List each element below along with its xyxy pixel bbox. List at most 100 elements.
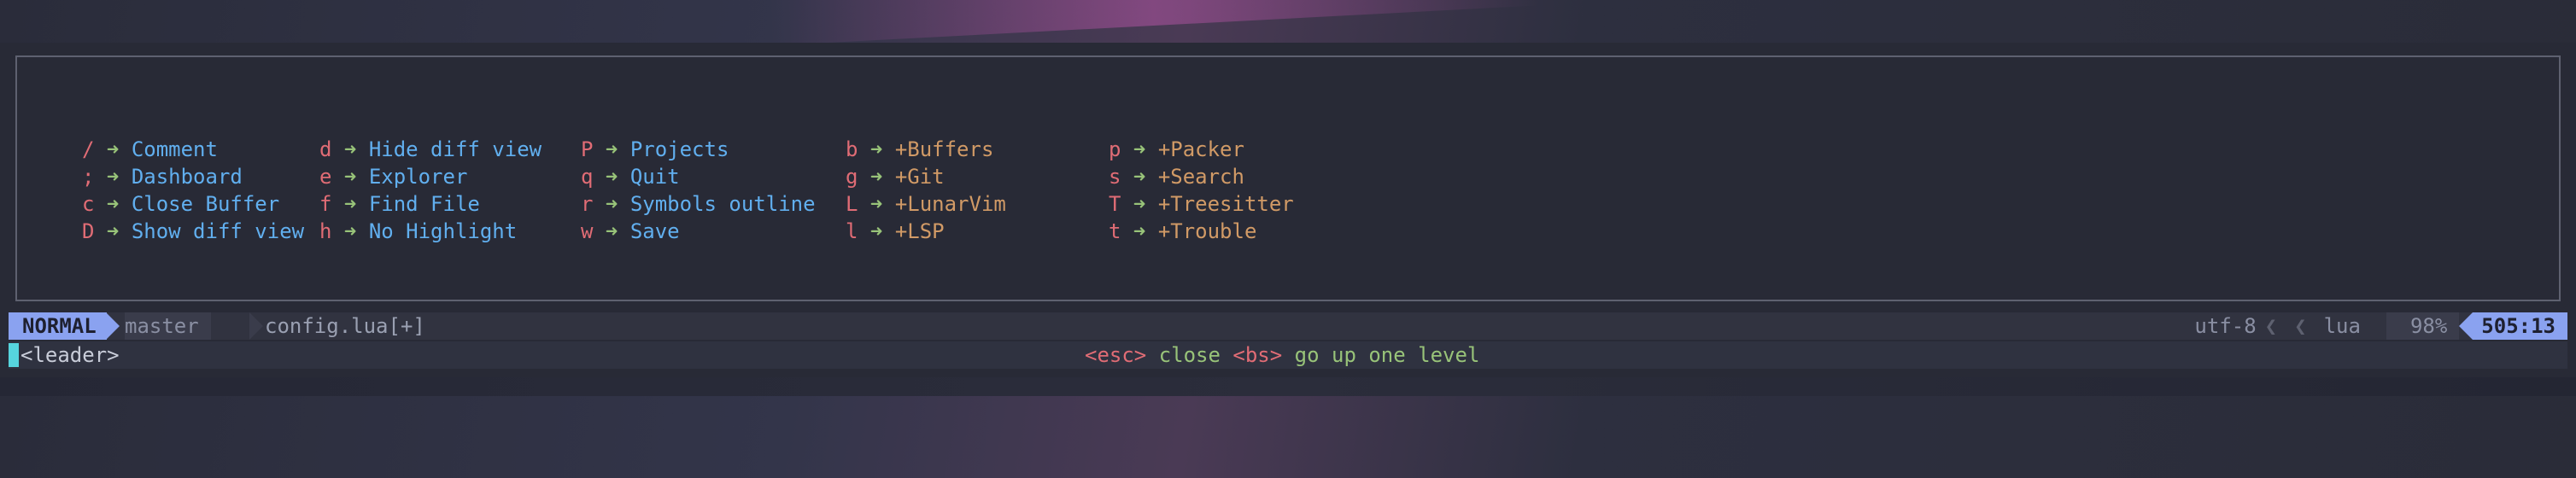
- which-key-key: d: [319, 137, 332, 161]
- which-key-entry[interactable]: l ➜ +LSP: [846, 218, 1006, 245]
- which-key-entry[interactable]: r ➜ Symbols outline: [581, 190, 816, 218]
- which-key-entry[interactable]: T ➜ +Treesitter: [1109, 190, 1294, 218]
- cursor-position: 505:13: [2473, 312, 2567, 340]
- arrow-right-icon: ➜: [605, 192, 618, 216]
- separator-chevron: ❮: [2294, 314, 2307, 338]
- which-key-label: +Buffers: [894, 137, 994, 161]
- which-key-key: w: [581, 219, 594, 243]
- arrow-right-icon: ➜: [605, 137, 618, 161]
- arrow-right-icon: ➜: [605, 219, 618, 243]
- which-key-key: r: [581, 192, 594, 216]
- which-key-label: +LSP: [894, 219, 945, 243]
- which-key-label: +Git: [894, 165, 945, 189]
- which-key-label: Symbols outline: [629, 192, 816, 216]
- which-key-entry[interactable]: d ➜ Hide diff view: [319, 136, 542, 163]
- which-key-entry[interactable]: c ➜ Close Buffer: [82, 190, 304, 218]
- which-key-entry[interactable]: f ➜ Find File: [319, 190, 542, 218]
- which-key-label: Explorer: [368, 165, 468, 189]
- which-key-entry[interactable]: b ➜ +Buffers: [846, 136, 1006, 163]
- which-key-column-2: d ➜ Hide diff view e ➜ Explorer f ➜ Find F…: [319, 136, 542, 245]
- which-key-hint: <esc> close <bs> go up one level: [1085, 341, 1479, 369]
- leader-prefix: <leader>: [20, 343, 120, 367]
- esc-key-hint: <esc>: [1085, 343, 1147, 367]
- arrow-right-icon: ➜: [1133, 219, 1146, 243]
- which-key-entry[interactable]: q ➜ Quit: [581, 163, 816, 190]
- arrow-right-icon: ➜: [869, 137, 883, 161]
- bs-key-hint: <bs>: [1232, 343, 1283, 367]
- which-key-entry[interactable]: h ➜ No Highlight: [319, 218, 542, 245]
- which-key-key: /: [82, 137, 95, 161]
- which-key-entry[interactable]: t ➜ +Trouble: [1109, 218, 1294, 245]
- arrow-right-icon: ➜: [1133, 137, 1146, 161]
- which-key-label: Dashboard: [131, 165, 243, 189]
- which-key-label: Quit: [629, 165, 680, 189]
- arrow-right-icon: ➜: [106, 137, 120, 161]
- which-key-key: e: [319, 165, 332, 189]
- which-key-label: Close Buffer: [131, 192, 280, 216]
- separator-chevron: ❮: [2264, 314, 2278, 338]
- statusline-right: utf-8 ❮ ❮ lua 98% 505:13: [2194, 312, 2567, 340]
- which-key-label: +Trouble: [1157, 219, 1257, 243]
- which-key-key: g: [846, 165, 858, 189]
- branch-separator-arrow: [249, 312, 263, 340]
- which-key-key: b: [846, 137, 858, 161]
- which-key-entry[interactable]: P ➜ Projects: [581, 136, 816, 163]
- terminal-window: / ➜ Comment; ➜ Dashboard c ➜ Close Buffer…: [0, 43, 2576, 377]
- which-key-entry[interactable]: g ➜ +Git: [846, 163, 1006, 190]
- which-key-entry[interactable]: / ➜ Comment: [82, 136, 304, 163]
- wallpaper-bottom: [0, 377, 2576, 396]
- cursor-block: [9, 343, 19, 367]
- arrow-right-icon: ➜: [106, 219, 120, 243]
- arrow-right-icon: ➜: [343, 192, 357, 216]
- which-key-entry[interactable]: e ➜ Explorer: [319, 163, 542, 190]
- which-key-key: ;: [82, 165, 95, 189]
- command-line[interactable]: <leader> <esc> close <bs> go up one leve…: [9, 341, 2567, 369]
- which-key-label: +Packer: [1157, 137, 1244, 161]
- arrow-right-icon: ➜: [343, 137, 357, 161]
- esc-hint-text: close: [1146, 343, 1233, 367]
- which-key-entry[interactable]: s ➜ +Search: [1109, 163, 1294, 190]
- file-name: config.lua[+]: [265, 314, 425, 338]
- bs-hint-text: go up one level: [1282, 343, 1480, 367]
- which-key-key: P: [581, 137, 594, 161]
- arrow-right-icon: ➜: [106, 165, 120, 189]
- which-key-label: +LunarVim: [894, 192, 1006, 216]
- which-key-label: Hide diff view: [368, 137, 542, 161]
- arrow-right-icon: ➜: [869, 165, 883, 189]
- arrow-right-icon: ➜: [106, 192, 120, 216]
- which-key-key: q: [581, 165, 594, 189]
- which-key-column-3: P ➜ Projects q ➜ Quit r ➜ Symbols outline w…: [581, 136, 816, 245]
- which-key-key: c: [82, 192, 95, 216]
- mode-separator-arrow: [106, 312, 120, 340]
- which-key-column-1: / ➜ Comment; ➜ Dashboard c ➜ Close Buffer…: [82, 136, 304, 245]
- git-branch-name: master: [125, 314, 199, 338]
- which-key-label: Save: [629, 219, 680, 243]
- which-key-key: l: [846, 219, 858, 243]
- scroll-percent: 98%: [2386, 312, 2460, 340]
- which-key-label: Projects: [629, 137, 729, 161]
- arrow-right-icon: ➜: [1133, 192, 1146, 216]
- which-key-label: Find File: [368, 192, 480, 216]
- which-key-column-5: p ➜ +Packer s ➜ +Search T ➜ +Treesitter t ➜…: [1109, 136, 1294, 245]
- which-key-key: T: [1109, 192, 1121, 216]
- which-key-key: D: [82, 219, 95, 243]
- which-key-key: t: [1109, 219, 1121, 243]
- which-key-label: No Highlight: [368, 219, 518, 243]
- mode-indicator: NORMAL: [9, 312, 107, 340]
- which-key-label: Comment: [131, 137, 218, 161]
- which-key-entry[interactable]: D ➜ Show diff view: [82, 218, 304, 245]
- which-key-popup: / ➜ Comment; ➜ Dashboard c ➜ Close Buffer…: [15, 55, 2561, 301]
- file-encoding: utf-8: [2194, 314, 2257, 338]
- which-key-key: h: [319, 219, 332, 243]
- which-key-key: f: [319, 192, 332, 216]
- which-key-entry[interactable]: p ➜ +Packer: [1109, 136, 1294, 163]
- which-key-entry[interactable]: ; ➜ Dashboard: [82, 163, 304, 190]
- which-key-key: p: [1109, 137, 1121, 161]
- which-key-entry[interactable]: L ➜ +LunarVim: [846, 190, 1006, 218]
- arrow-right-icon: ➜: [1133, 165, 1146, 189]
- which-key-key: L: [846, 192, 858, 216]
- statusline: NORMAL master config.lua[+] utf-8 ❮ ❮ lu…: [9, 312, 2567, 340]
- wallpaper-streak: [768, 0, 1538, 46]
- arrow-right-icon: ➜: [343, 165, 357, 189]
- which-key-entry[interactable]: w ➜ Save: [581, 218, 816, 245]
